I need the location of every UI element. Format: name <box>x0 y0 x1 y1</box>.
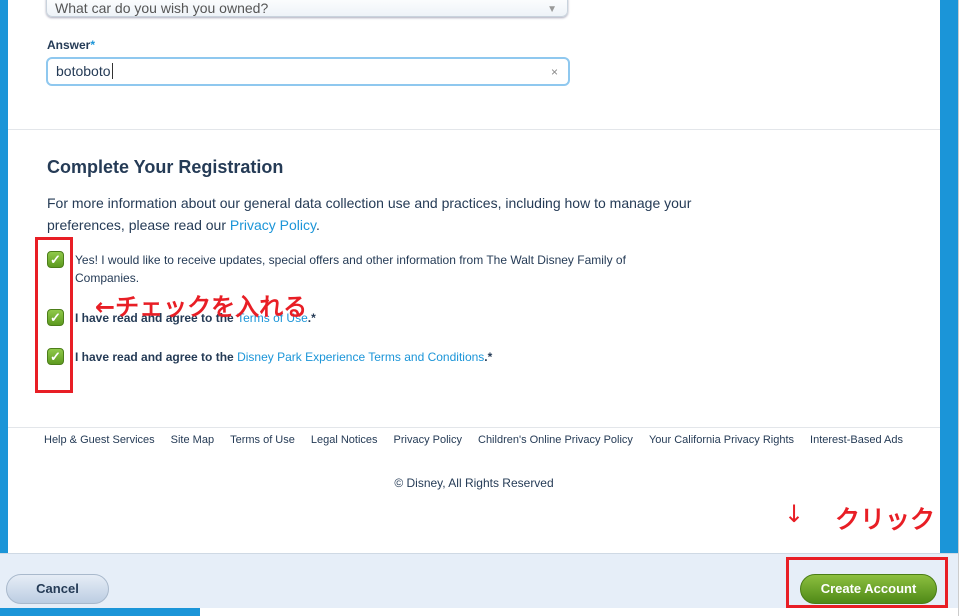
footer-link[interactable]: Terms of Use <box>230 434 295 446</box>
clear-icon[interactable]: × <box>551 65 558 79</box>
privacy-info: For more information about our general d… <box>47 195 692 233</box>
annotation-click: クリック <box>835 505 936 534</box>
annotation-box-create <box>786 557 948 608</box>
footer-link[interactable]: Help & Guest Services <box>44 434 155 446</box>
footer-link[interactable]: Interest-Based Ads <box>810 434 903 446</box>
annotation-check: ←チェックを入れる <box>95 293 308 321</box>
background-window <box>958 0 970 616</box>
park-terms-link[interactable]: Disney Park Experience Terms and Conditi… <box>237 350 484 364</box>
footer-links: Help & Guest Services Site Map Terms of Us… <box>44 434 903 446</box>
updates-label: Yes! I would like to receive updates, sp… <box>75 253 626 285</box>
park-terms-label: I have read and agree to the Disney Park… <box>75 350 493 364</box>
answer-input[interactable]: botoboto × <box>46 57 570 86</box>
security-question-select[interactable]: What car do you wish you owned? ▼ <box>46 0 568 17</box>
footer-link[interactable]: Site Map <box>171 434 214 446</box>
footer-link[interactable]: Your California Privacy Rights <box>649 434 794 446</box>
chevron-down-icon: ▼ <box>547 4 557 15</box>
registration-panel: What car do you wish you owned? ▼ Answer*… <box>8 0 940 553</box>
divider <box>8 427 940 428</box>
answer-label: Answer* <box>47 38 96 52</box>
cancel-button[interactable]: Cancel <box>6 574 109 604</box>
footer-link[interactable]: Legal Notices <box>311 434 378 446</box>
section-title: Complete Your Registration <box>47 157 284 177</box>
annotation-arrow-down-icon: ↓ <box>784 500 805 528</box>
footer-link[interactable]: Children's Online Privacy Policy <box>478 434 633 446</box>
copyright: © Disney, All Rights Reserved <box>394 476 554 490</box>
footer-link[interactable]: Privacy Policy <box>394 434 462 446</box>
divider <box>8 129 940 130</box>
annotation-box-checkboxes <box>35 237 73 393</box>
privacy-policy-link[interactable]: Privacy Policy <box>230 217 316 233</box>
select-value: What car do you wish you owned? <box>55 0 269 16</box>
